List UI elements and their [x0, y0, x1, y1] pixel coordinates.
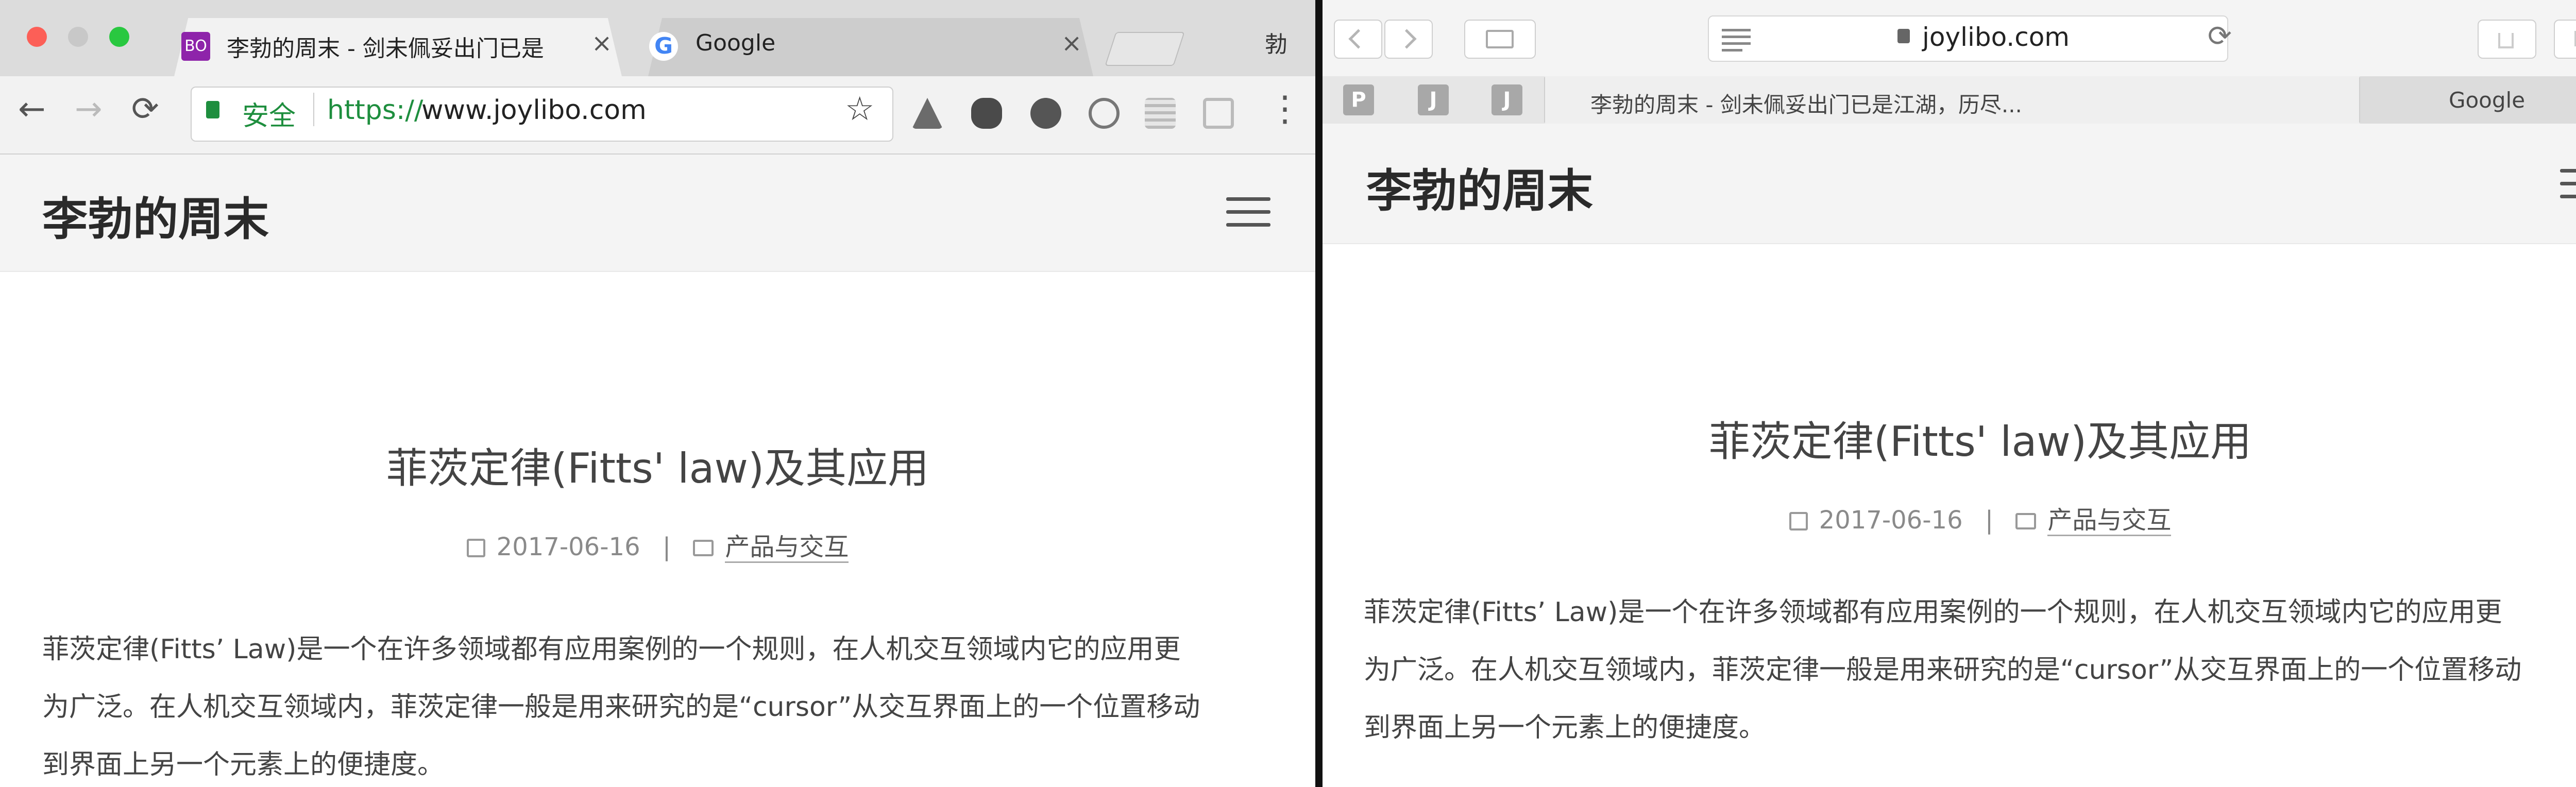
- share-button[interactable]: [2478, 20, 2536, 59]
- safari-forward-button[interactable]: [1384, 20, 1433, 59]
- safari-back-button[interactable]: [1334, 20, 1382, 59]
- chevron-left-icon: [1348, 29, 1368, 49]
- show-all-tabs-button[interactable]: [2554, 20, 2576, 59]
- folder-icon: [693, 540, 714, 556]
- article-date: 2017-06-16: [1819, 506, 1963, 535]
- pinned-tab-j[interactable]: J: [1418, 84, 1449, 115]
- site-title[interactable]: 李勃的周末: [42, 183, 269, 248]
- profile-name[interactable]: 勃: [1265, 26, 1287, 59]
- article-meta: 2017-06-16 | 产品与交互: [0, 526, 1315, 563]
- category-link[interactable]: 产品与交互: [725, 533, 849, 563]
- lock-icon: [1897, 29, 1910, 43]
- url-scheme: https://: [327, 95, 423, 126]
- layout-extension-icon[interactable]: [1203, 98, 1234, 129]
- minimize-window-button[interactable]: [68, 27, 88, 47]
- safari-window: joylibo.com ⟳ P J J 李勃的周末 - 剑未佩妥出门已是江湖，历…: [1323, 0, 2576, 787]
- secure-label: 安全: [242, 101, 296, 132]
- calendar-icon: [1789, 512, 1808, 531]
- meta-separator: |: [662, 533, 671, 561]
- back-icon[interactable]: ←: [18, 90, 46, 128]
- paragraph-line: 菲茨定律(Fitts’ Law)是一个在许多领域都有应用案例的一个规则，在人机交…: [1364, 597, 2502, 628]
- lightbulb-icon[interactable]: [1030, 98, 1061, 129]
- meta-separator: |: [1985, 506, 1994, 535]
- hamburger-menu-icon[interactable]: [1226, 197, 1270, 236]
- joylibo-favicon-icon: BO: [181, 32, 210, 61]
- safari-url: joylibo.com: [1922, 22, 2070, 52]
- window-divider: [1315, 0, 1323, 787]
- paragraph-line: 菲茨定律(Fitts’ Law)是一个在许多领域都有应用案例的一个规则，在人机交…: [42, 634, 1181, 665]
- google-favicon-icon: G: [649, 32, 678, 61]
- grid-extension-icon[interactable]: [1145, 98, 1176, 129]
- sidebar-toggle-button[interactable]: [1464, 20, 1536, 59]
- evernote-icon[interactable]: [971, 98, 1002, 129]
- chrome-tab-title-google: Google: [696, 30, 776, 56]
- folder-icon: [2015, 513, 2037, 529]
- zoom-window-button[interactable]: [109, 27, 129, 47]
- paragraph-line: 到界面上另一个元素上的便捷度。: [1364, 712, 1766, 743]
- share-icon: [2498, 33, 2514, 48]
- reload-icon[interactable]: ⟳: [2208, 20, 2232, 53]
- article-paragraph: 菲茨定律(Fitts’ Law)是一个在许多领域都有应用案例的一个规则，在人机交…: [42, 621, 1279, 787]
- chrome-tab-title-joylibo: 李勃的周末 - 剑未佩妥出门已是: [227, 36, 544, 62]
- new-tab-button[interactable]: [1105, 32, 1185, 66]
- paragraph-line: 为广泛。在人机交互领域内，菲茨定律一般是用来研究的是“cursor”从交互界面上…: [1364, 655, 2522, 686]
- lock-icon: [206, 101, 219, 118]
- site-title[interactable]: 李勃的周末: [1366, 155, 1593, 220]
- omnibox-divider: [313, 93, 314, 126]
- close-tab-icon[interactable]: ×: [591, 29, 612, 58]
- pinned-tab-j[interactable]: J: [1492, 84, 1522, 115]
- article-title[interactable]: 菲茨定律(Fitts' law)及其应用: [0, 435, 1315, 495]
- chrome-window: BO 李勃的周末 - 剑未佩妥出门已是 × G Google × 勃 ← → ⟳…: [0, 0, 1315, 787]
- close-tab-icon[interactable]: ×: [1061, 29, 1082, 58]
- article-paragraph: 菲茨定律(Fitts’ Law)是一个在许多领域都有应用案例的一个规则，在人机交…: [1364, 584, 2576, 757]
- safari-tab-title-joylibo: 李勃的周末 - 剑未佩妥出门已是江湖，历尽...: [1590, 92, 2022, 117]
- article-meta: 2017-06-16 | 产品与交互: [1323, 500, 2576, 536]
- category-link[interactable]: 产品与交互: [2047, 506, 2172, 536]
- sidebar-icon: [1486, 30, 1514, 48]
- paragraph-line: 到界面上另一个元素上的便捷度。: [42, 749, 445, 780]
- hamburger-menu-icon[interactable]: [2560, 169, 2576, 208]
- chrome-menu-icon[interactable]: ⋮: [1267, 89, 1302, 129]
- react-devtools-icon[interactable]: [1089, 98, 1120, 129]
- bookmark-star-icon[interactable]: ☆: [845, 90, 874, 128]
- close-window-button[interactable]: [27, 27, 47, 47]
- safari-tab-title-google: Google: [2448, 88, 2526, 113]
- reload-icon[interactable]: ⟳: [131, 90, 159, 128]
- pinned-tab-p[interactable]: P: [1343, 84, 1374, 115]
- article-date: 2017-06-16: [496, 533, 640, 561]
- forward-icon[interactable]: →: [75, 90, 103, 128]
- calendar-icon: [466, 539, 485, 557]
- reader-mode-icon[interactable]: [1722, 29, 1751, 52]
- url-host: www.joylibo.com: [421, 95, 647, 126]
- chevron-right-icon: [1397, 29, 1417, 49]
- article-title[interactable]: 菲茨定律(Fitts' law)及其应用: [1323, 408, 2576, 468]
- paragraph-line: 为广泛。在人机交互领域内，菲茨定律一般是用来研究的是“cursor”从交互界面上…: [42, 692, 1200, 723]
